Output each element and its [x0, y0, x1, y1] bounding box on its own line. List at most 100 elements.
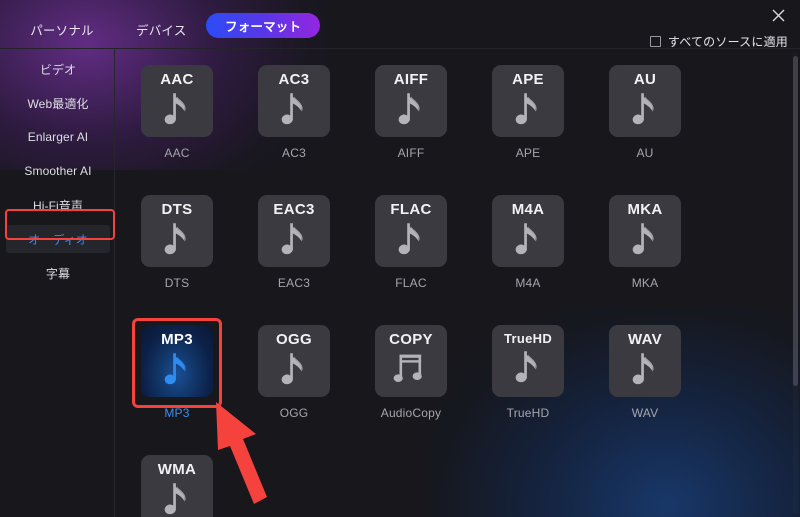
format-label: AC3 — [282, 146, 306, 160]
format-tile-thumb[interactable]: EAC3 — [258, 195, 330, 267]
format-tile-mp3[interactable]: MP3 MP3 — [118, 325, 236, 420]
format-tile-ape[interactable]: APE APE — [469, 65, 587, 160]
apply-to-all-sources-checkbox[interactable]: すべてのソースに適用 — [649, 33, 788, 50]
close-button[interactable] — [766, 4, 790, 26]
format-code: MP3 — [161, 331, 193, 348]
sidebar-item-label: ビデオ — [39, 62, 77, 77]
sidebar-item-label: Hi-Fi音声 — [32, 198, 84, 213]
format-code: COPY — [389, 331, 433, 348]
format-icon-holder — [160, 220, 194, 263]
format-tile-thumb[interactable]: DTS — [141, 195, 213, 267]
format-label: FLAC — [395, 276, 427, 290]
music-note-icon — [164, 223, 186, 255]
apply-to-all-sources-label: すべてのソースに適用 — [667, 35, 788, 49]
format-label: AIFF — [397, 146, 425, 160]
music-note-icon — [398, 223, 420, 255]
tab-format[interactable]: フォーマット — [206, 13, 321, 38]
music-note-icon — [632, 353, 654, 385]
format-code: FLAC — [390, 201, 432, 218]
format-tile-thumb[interactable]: WMA — [141, 455, 213, 517]
format-code: AU — [633, 71, 657, 88]
format-label: AU — [636, 146, 654, 160]
format-tile-wma[interactable]: WMAWMA — [118, 455, 236, 517]
format-label: AudioCopy — [380, 406, 442, 420]
format-icon-holder — [511, 90, 545, 133]
format-tile-mka[interactable]: MKA MKA — [586, 195, 704, 290]
sidebar-item-4[interactable]: Hi-Fi音声 — [6, 191, 110, 219]
format-tile-eac3[interactable]: EAC3 EAC3 — [235, 195, 353, 290]
format-label: AAC — [164, 146, 190, 160]
format-tile-wav[interactable]: WAV WAV — [586, 325, 704, 420]
format-code: TrueHD — [503, 331, 553, 346]
sidebar-item-label: Smoother AI — [24, 164, 92, 178]
format-tile-thumb[interactable]: FLAC — [375, 195, 447, 267]
format-tile-aiff[interactable]: AIFF AIFF — [352, 65, 470, 160]
format-icon-holder — [628, 90, 662, 133]
format-icon-holder — [511, 220, 545, 263]
sidebar-item-label: オーディオ — [28, 232, 88, 247]
sidebar-item-6[interactable]: 字幕 — [6, 259, 110, 287]
format-icon-holder — [160, 480, 194, 517]
format-tile-m4a[interactable]: M4A M4A — [469, 195, 587, 290]
category-sidebar: ビデオ Web最適化 Enlarger AI Smoother AI Hi-Fi音声 オー… — [0, 49, 115, 517]
format-tile-ogg[interactable]: OGG OGG — [235, 325, 353, 420]
checkbox-box[interactable] — [649, 36, 661, 47]
format-icon-holder — [277, 220, 311, 263]
music-note-icon — [164, 93, 186, 125]
sidebar-item-0[interactable]: ビデオ — [6, 55, 110, 83]
format-tile-thumb[interactable]: WAV — [609, 325, 681, 397]
format-tile-au[interactable]: AU AU — [586, 65, 704, 160]
format-tile-thumb[interactable]: MP3 — [141, 325, 213, 397]
format-label: MKA — [631, 276, 659, 290]
format-icon-holder — [277, 90, 311, 133]
format-picker-dialog: パーソナル デバイス フォーマット すべてのソースに適用 ビデオ Web最適化 En… — [0, 0, 800, 517]
format-code: DTS — [161, 201, 193, 218]
music-note-icon — [515, 351, 537, 383]
format-tile-thumb[interactable]: COPY — [375, 325, 447, 397]
format-tile-thumb[interactable]: APE — [492, 65, 564, 137]
format-tile-thumb[interactable]: AIFF — [375, 65, 447, 137]
format-label: OGG — [279, 406, 309, 420]
format-icon-holder — [628, 220, 662, 263]
format-tile-thumb[interactable]: AC3 — [258, 65, 330, 137]
format-icon-holder — [394, 220, 428, 263]
format-tile-ac3[interactable]: AC3 AC3 — [235, 65, 353, 160]
scrollbar-thumb[interactable] — [793, 56, 798, 386]
format-code: WMA — [157, 461, 197, 478]
music-note-icon — [281, 353, 303, 385]
tab-device[interactable]: デバイス — [130, 16, 192, 43]
format-label: WAV — [631, 406, 659, 420]
format-tile-thumb[interactable]: M4A — [492, 195, 564, 267]
format-tile-truehd[interactable]: TrueHD TrueHD — [469, 325, 587, 420]
format-icon-holder — [511, 348, 545, 391]
format-icon-holder — [160, 350, 194, 393]
sidebar-item-5[interactable]: オーディオ — [6, 225, 110, 253]
format-tile-thumb[interactable]: AAC — [141, 65, 213, 137]
format-code: M4A — [511, 201, 545, 218]
format-tile-thumb[interactable]: MKA — [609, 195, 681, 267]
music-note-icon — [515, 223, 537, 255]
close-icon — [772, 9, 784, 21]
music-note-icon — [398, 93, 420, 125]
music-note-icon — [164, 353, 186, 385]
format-tile-thumb[interactable]: TrueHD — [492, 325, 564, 397]
format-tile-thumb[interactable]: OGG — [258, 325, 330, 397]
format-tile-thumb[interactable]: AU — [609, 65, 681, 137]
sidebar-item-2[interactable]: Enlarger AI — [6, 123, 110, 151]
music-note-icon — [281, 93, 303, 125]
sidebar-item-3[interactable]: Smoother AI — [6, 157, 110, 185]
format-code: OGG — [276, 331, 312, 348]
sidebar-item-label: Web最適化 — [27, 96, 89, 111]
sidebar-item-label: Enlarger AI — [27, 130, 89, 144]
sidebar-item-label: 字幕 — [45, 266, 71, 281]
format-icon-holder — [277, 350, 311, 393]
format-tile-dts[interactable]: DTS DTS — [118, 195, 236, 290]
format-tile-copy[interactable]: COPY AudioCopy — [352, 325, 470, 420]
format-code: APE — [512, 71, 544, 88]
format-tile-aac[interactable]: AAC AAC — [118, 65, 236, 160]
format-icon-holder — [628, 350, 662, 393]
sidebar-item-1[interactable]: Web最適化 — [6, 89, 110, 117]
format-label: DTS — [164, 276, 190, 290]
format-icon-holder — [393, 350, 429, 393]
format-tile-flac[interactable]: FLAC FLAC — [352, 195, 470, 290]
